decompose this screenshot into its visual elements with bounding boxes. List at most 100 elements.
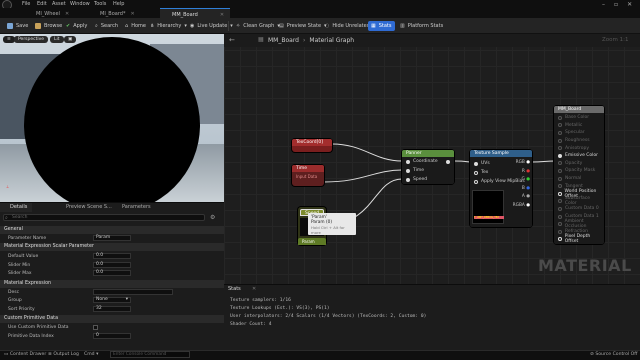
time-node[interactable]: Time Input Data <box>292 165 324 186</box>
stats-tab[interactable]: Stats <box>228 286 241 292</box>
section-general[interactable]: General <box>0 226 224 234</box>
pin-uvs[interactable]: UVs <box>470 159 494 168</box>
hide-unrelated-button[interactable]: ◌ Hide Unrelated <box>322 21 373 31</box>
show-dropdown-icon[interactable]: ▣ <box>64 36 77 43</box>
menu-tools[interactable]: Tools <box>94 1 106 7</box>
save-button[interactable]: Save <box>4 21 31 31</box>
close-icon[interactable]: ✕ <box>252 286 256 292</box>
tab-mi-board[interactable]: MI_Board * ✕ <box>88 8 141 18</box>
pin-time[interactable]: Time <box>402 166 454 175</box>
close-icon[interactable]: ✕ <box>65 11 69 17</box>
pin-coordinate[interactable]: Coordinate <box>402 157 454 166</box>
content-drawer-button[interactable]: ▭ Content Drawer <box>4 352 46 357</box>
search-button[interactable]: ⌕ Search <box>92 21 121 31</box>
output-pin-icon[interactable] <box>446 159 450 164</box>
desc-field[interactable] <box>93 289 173 295</box>
primitive-index-field[interactable]: 0 <box>93 333 131 339</box>
console-command-input[interactable]: Enter Console Command <box>110 351 190 358</box>
pin-icon <box>558 229 562 234</box>
close-icon[interactable]: ✕ <box>220 12 224 18</box>
menu-window[interactable]: Window <box>70 1 90 7</box>
default-value-field[interactable]: 0.0 <box>93 253 131 259</box>
result-pin[interactable]: Metallic <box>554 122 604 130</box>
preview-viewport[interactable] <box>0 34 224 202</box>
hierarchy-button[interactable]: ⋔ Hierarchy ▾ <box>147 21 190 31</box>
texture-sample-node[interactable]: Texture Sample UVs Tex Apply View MipBia… <box>470 150 532 227</box>
menu-edit[interactable]: Edit <box>37 1 47 7</box>
result-pin-emissive[interactable]: Emissive Color <box>554 152 604 160</box>
close-icon[interactable]: ✕ <box>130 11 134 17</box>
platform-stats-button[interactable]: ▥ Platform Stats <box>397 21 446 31</box>
pin-icon <box>406 177 410 182</box>
group-value: None <box>96 297 108 302</box>
apply-button[interactable]: ✔ Apply <box>63 21 90 31</box>
gear-icon[interactable]: ⚙ <box>210 214 215 221</box>
result-pin[interactable]: Roughness <box>554 137 604 145</box>
result-pin[interactable]: Subsurface Color <box>554 196 604 206</box>
minimize-icon[interactable]: – <box>602 1 605 8</box>
parameter-name-field[interactable]: Param <box>93 235 131 241</box>
result-pin[interactable]: Base Color <box>554 114 604 122</box>
pin-icon: ● <box>526 202 530 208</box>
menu-file[interactable]: File <box>22 1 30 7</box>
details-search-input[interactable]: Search <box>3 214 205 221</box>
pin-label: Anisotropy <box>565 145 590 151</box>
use-custom-primitive-checkbox[interactable] <box>93 325 98 330</box>
section-material-expression[interactable]: Material Expression <box>0 280 224 288</box>
cmd-dropdown[interactable]: Cmd ▾ <box>84 352 98 357</box>
pin-label: R <box>521 168 525 174</box>
check-icon: ✔ <box>66 23 71 29</box>
result-pin[interactable]: Custom Data 0 <box>554 205 604 213</box>
result-pin[interactable]: Specular <box>554 129 604 137</box>
pin-label: G <box>521 177 525 182</box>
tab-mm-board[interactable]: MM_Board ✕ <box>160 8 230 18</box>
menu-asset[interactable]: Asset <box>52 1 66 7</box>
result-pin-pdo[interactable]: Pixel Depth Offset <box>554 234 604 244</box>
pin-tex[interactable]: Tex <box>470 168 492 177</box>
section-custom-primitive[interactable]: Custom Primitive Data <box>0 315 224 323</box>
material-result-node[interactable]: MM_Board Base Color Metallic Specular Ro… <box>554 106 604 244</box>
maximize-icon[interactable]: ▫ <box>614 1 618 8</box>
slider-min-field[interactable]: 0.0 <box>93 262 131 268</box>
perspective-dropdown[interactable]: Perspective <box>14 36 49 43</box>
tab-preview-scene[interactable]: Preview Scene S... <box>56 203 117 212</box>
save-icon <box>7 23 13 29</box>
pin-label: Base Color <box>565 115 590 121</box>
output-g[interactable]: G ● <box>513 176 530 185</box>
panner-node[interactable]: Panner Coordinate Time Speed <box>402 150 454 184</box>
result-pin[interactable]: Normal <box>554 175 604 183</box>
result-pin[interactable]: Anisotropy <box>554 144 604 152</box>
group-dropdown[interactable]: None ▾ <box>93 297 131 303</box>
browse-button[interactable]: Browse <box>32 21 65 31</box>
source-control-status[interactable]: ⊘ Source Control Off <box>590 352 637 357</box>
lit-dropdown[interactable]: Lit <box>50 36 64 43</box>
pin-icon <box>558 222 562 227</box>
home-button[interactable]: ⌂ Home <box>122 21 149 31</box>
pin-speed[interactable]: Speed <box>402 175 454 184</box>
pin-icon <box>406 159 410 164</box>
close-icon[interactable]: ✕ <box>627 1 632 8</box>
tab-details[interactable]: Details <box>0 203 33 212</box>
section-scalar-parameter[interactable]: Material Expression Scalar Parameter <box>0 243 224 251</box>
tab-mi-wheel[interactable]: MI_Wheel ✕ <box>24 8 75 18</box>
output-r[interactable]: R ● <box>513 168 530 177</box>
result-pin[interactable]: Opacity Mask <box>554 167 604 175</box>
pin-icon: ● <box>526 177 530 182</box>
output-log-button[interactable]: ≣ Output Log <box>48 352 79 357</box>
texcoord-node[interactable]: TexCoord[0] <box>292 139 332 152</box>
hierarchy-icon: ⋔ <box>150 23 155 29</box>
modified-indicator: * <box>122 11 126 17</box>
slider-max-field[interactable]: 0.0 <box>93 270 131 276</box>
platform-stats-label: Platform Stats <box>407 23 444 29</box>
result-pin[interactable]: Ambient Occlusion <box>554 219 604 229</box>
stats-button[interactable]: ▦ Stats <box>368 21 395 31</box>
output-a[interactable]: A ● <box>513 193 530 202</box>
result-pin[interactable]: Opacity <box>554 160 604 168</box>
output-rgba[interactable]: RGBA ● <box>513 202 530 211</box>
output-rgb[interactable]: RGB ● <box>513 159 530 168</box>
menu-help[interactable]: Help <box>113 1 124 7</box>
tab-parameters[interactable]: Parameters <box>112 203 156 212</box>
sort-priority-field[interactable]: 32 <box>93 306 131 312</box>
viewport-menu-icon[interactable]: ≡ <box>3 36 15 43</box>
output-b[interactable]: B ● <box>513 185 530 194</box>
